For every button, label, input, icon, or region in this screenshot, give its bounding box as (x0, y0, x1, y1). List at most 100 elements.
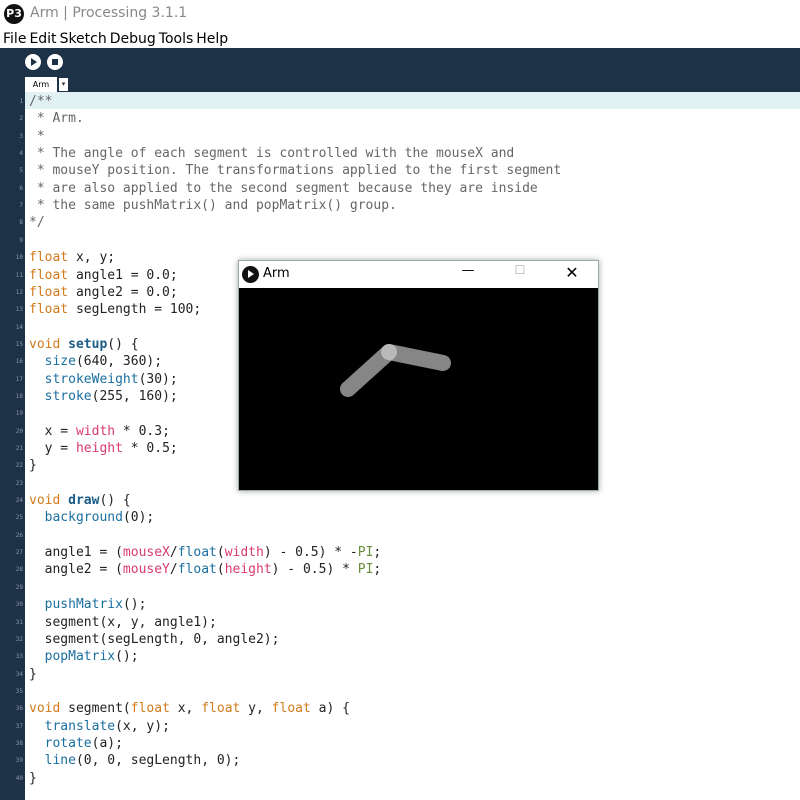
code-line[interactable]: /** (29, 93, 52, 110)
stop-button[interactable] (47, 54, 63, 70)
code-line[interactable]: segment(segLength, 0, angle2); (29, 631, 280, 648)
menu-bar: File Edit Sketch Debug Tools Help (0, 28, 800, 48)
line-number: 40 (15, 774, 23, 782)
code-line[interactable]: rotate(a); (29, 735, 123, 752)
code-token: size (44, 354, 76, 370)
current-line-highlight (25, 92, 800, 109)
line-number: 25 (15, 514, 23, 522)
menu-debug[interactable]: Debug (110, 30, 156, 48)
code-line[interactable]: pushMatrix(); (29, 596, 147, 613)
line-number: 26 (15, 531, 23, 539)
line-number: 27 (15, 549, 23, 557)
sketch-window[interactable]: Arm — ☐ ✕ (238, 260, 599, 491)
code-token: height (224, 562, 272, 578)
code-token: PI (357, 545, 374, 561)
sketch-titlebar: Arm — ☐ ✕ (239, 261, 598, 288)
line-number: 9 (19, 236, 23, 244)
code-line[interactable]: * The angle of each segment is controlle… (29, 145, 514, 162)
code-line[interactable]: angle2 = (mouseY/float(height) - 0.5) * … (29, 561, 382, 578)
arm-segment-2 (381, 344, 451, 371)
menu-sketch[interactable]: Sketch (60, 30, 107, 48)
code-line[interactable]: y = height * 0.5; (29, 440, 178, 457)
code-line[interactable]: * the same pushMatrix() and popMatrix() … (29, 197, 397, 214)
code-line[interactable]: x = width * 0.3; (29, 423, 170, 440)
code-token: width (224, 545, 264, 561)
code-line[interactable]: void draw() { (29, 492, 131, 509)
code-line[interactable]: * Arm. (29, 110, 84, 127)
processing-logo-icon: P3 (4, 4, 24, 24)
toolbar: Arm ▾ (0, 48, 800, 92)
code-token: x = (29, 423, 76, 439)
code-token: () { (107, 336, 139, 352)
code-line[interactable]: translate(x, y); (29, 718, 170, 735)
code-token: angle2 = ( (29, 562, 123, 578)
code-line[interactable]: } (29, 770, 37, 787)
code-line[interactable]: float x, y; (29, 249, 115, 266)
code-line[interactable]: * are also applied to the second segment… (29, 180, 538, 197)
code-line[interactable]: line(0, 0, segLength, 0); (29, 752, 241, 769)
code-token: y, (240, 701, 272, 717)
line-number: 13 (15, 306, 23, 314)
code-line[interactable]: float angle2 = 0.0; (29, 284, 178, 301)
code-line[interactable]: */ (29, 214, 45, 231)
line-number: 8 (19, 219, 23, 227)
code-token: float (29, 250, 69, 266)
code-line[interactable]: float segLength = 100; (29, 301, 201, 318)
code-token: ( (216, 545, 225, 561)
sketch-title: Arm (263, 266, 290, 281)
menu-file[interactable]: File (3, 30, 26, 48)
code-line[interactable]: angle1 = (mouseX/float(width) - 0.5) * -… (29, 544, 382, 561)
tab-arm[interactable]: Arm (25, 77, 57, 92)
code-line[interactable]: stroke(255, 160); (29, 388, 178, 405)
sketch-canvas[interactable] (239, 288, 598, 490)
code-token: } (29, 770, 37, 786)
code-token: float (201, 701, 241, 717)
line-number: 12 (15, 288, 23, 296)
code-token: * The angle of each segment is controlle… (29, 146, 515, 162)
code-token: (0); (122, 510, 155, 526)
line-number: 5 (19, 167, 23, 175)
minimize-icon[interactable]: — (455, 263, 481, 285)
code-line[interactable]: segment(x, y, angle1); (29, 614, 217, 631)
code-line[interactable]: strokeWeight(30); (29, 371, 178, 388)
maximize-icon[interactable]: ☐ (507, 263, 533, 285)
code-line[interactable]: * mouseY position. The transformations a… (29, 162, 561, 179)
code-token: (); (115, 649, 139, 665)
line-number: 32 (15, 635, 23, 643)
code-token: float (177, 545, 217, 561)
code-token: } (29, 458, 37, 474)
line-number: 11 (15, 271, 23, 279)
run-button[interactable] (25, 54, 41, 70)
code-token: float (177, 562, 217, 578)
code-line[interactable]: * (29, 128, 45, 145)
code-token: mouseY (122, 562, 170, 578)
code-token: void (29, 493, 61, 509)
code-token: x, y; (68, 250, 116, 266)
tab-menu-icon[interactable]: ▾ (59, 78, 68, 91)
code-line[interactable]: float angle1 = 0.0; (29, 267, 178, 284)
menu-edit[interactable]: Edit (29, 30, 56, 48)
code-line[interactable]: popMatrix(); (29, 648, 139, 665)
code-line[interactable]: background(0); (29, 509, 155, 526)
code-line[interactable]: } (29, 457, 37, 474)
menu-help[interactable]: Help (196, 30, 228, 48)
line-number: 30 (15, 601, 23, 609)
code-line[interactable]: void segment(float x, float y, float a) … (29, 700, 350, 717)
code-token: * the same pushMatrix() and popMatrix() … (29, 198, 397, 214)
close-icon[interactable]: ✕ (559, 263, 585, 285)
code-line[interactable]: void setup() { (29, 336, 139, 353)
menu-tools[interactable]: Tools (159, 30, 194, 48)
code-line[interactable]: } (29, 666, 37, 683)
code-token: translate (44, 718, 116, 734)
line-number: 1 (19, 98, 23, 105)
code-line[interactable]: size(640, 360); (29, 353, 162, 370)
code-token: a) { (310, 701, 350, 717)
code-token: /** (29, 94, 53, 109)
